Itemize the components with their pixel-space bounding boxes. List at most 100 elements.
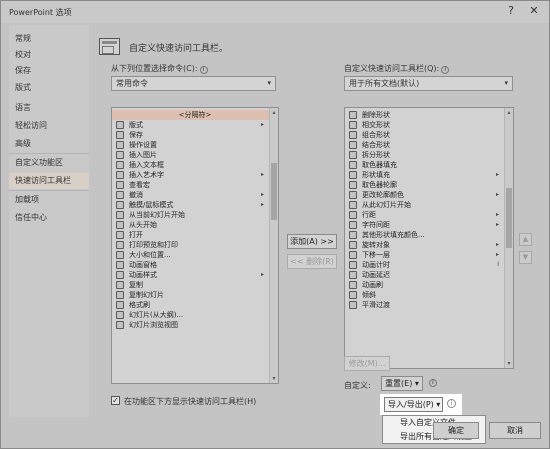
- available-command-item-label: 复制: [129, 281, 143, 289]
- customize-toolbar-select[interactable]: 用于所有文档(默认) ▾: [344, 76, 513, 91]
- available-command-item[interactable]: 打印预览和打印: [112, 240, 278, 250]
- scroll-down-icon[interactable]: ▾: [505, 359, 513, 368]
- command-icon: [116, 121, 124, 129]
- available-command-item[interactable]: 复制幻灯片: [112, 290, 278, 300]
- add-button[interactable]: 添加(A) >>: [287, 234, 337, 249]
- toolbar-command-item[interactable]: 形状填充 ▸: [345, 170, 513, 180]
- nav-item-proofing[interactable]: 校对: [9, 47, 89, 63]
- available-commands-list[interactable]: <分隔符> 版式 ▸ 保存 操作设置 插入图片 插入文本框 插入艺术字 ▸ 查看宏 撤消 ▸ 触摸/鼠标…: [111, 107, 279, 384]
- toolbar-command-item[interactable]: 倾斜: [345, 290, 513, 300]
- command-icon: [349, 291, 357, 299]
- available-command-item[interactable]: 幻灯片浏览视图: [112, 320, 278, 330]
- toolbar-command-item-label: 更改轮廓颜色: [362, 191, 404, 199]
- available-command-item[interactable]: 动画样式 ▸: [112, 270, 278, 280]
- available-command-item[interactable]: 保存: [112, 130, 278, 140]
- available-command-item-label: 幻灯片(从大纲)...: [129, 311, 184, 319]
- available-command-item-label: 从当前幻灯片开始: [129, 211, 185, 219]
- available-command-item[interactable]: 插入图片: [112, 150, 278, 160]
- scroll-thumb[interactable]: [506, 188, 512, 248]
- submenu-arrow-icon: ▸: [260, 121, 264, 128]
- remove-button[interactable]: << 删除(R): [287, 254, 337, 269]
- toolbar-command-item[interactable]: 动画计时 I: [345, 260, 513, 270]
- toolbar-command-item[interactable]: 更改轮廓颜色 ▸: [345, 190, 513, 200]
- nav-item-quick-access-toolbar[interactable]: 快速访问工具栏: [9, 173, 89, 189]
- nav-item-addins[interactable]: 加载项: [9, 192, 89, 208]
- available-command-item[interactable]: 触摸/鼠标模式 ▸: [112, 200, 278, 210]
- command-icon: [116, 161, 124, 169]
- command-icon: [349, 271, 357, 279]
- toolbar-command-item-label: 字符间距: [362, 221, 390, 229]
- nav-item-language[interactable]: 语言: [9, 100, 89, 116]
- toolbar-command-item[interactable]: 结合形状: [345, 140, 513, 150]
- nav-item-advanced[interactable]: 高级: [9, 136, 89, 152]
- available-command-item[interactable]: 操作设置: [112, 140, 278, 150]
- available-command-item[interactable]: 幻灯片(从大纲)...: [112, 310, 278, 320]
- available-command-item[interactable]: 从当前幻灯片开始: [112, 210, 278, 220]
- nav-divider: [9, 190, 89, 191]
- reset-button[interactable]: 重置(E) ▾: [381, 376, 423, 391]
- toolbar-command-item-label: 结合形状: [362, 141, 390, 149]
- toolbar-command-item[interactable]: 字符间距 ▸: [345, 220, 513, 230]
- toolbar-command-item[interactable]: 删除形状: [345, 110, 513, 120]
- scroll-thumb[interactable]: [271, 163, 277, 220]
- nav-item-accessibility[interactable]: 轻松访问: [9, 118, 89, 134]
- toolbar-command-item[interactable]: 平滑过渡: [345, 300, 513, 310]
- available-command-item[interactable]: 撤消 ▸: [112, 190, 278, 200]
- toolbar-command-item-label: 动画刷: [362, 281, 383, 289]
- toolbar-commands-list[interactable]: 删除形状 相交形状 组合形状 结合形状 拆分形状 取色器填充 形状填充 ▸ 取色器轮廓 更改轮廓颜…: [344, 107, 514, 369]
- available-command-item[interactable]: 插入文本框: [112, 160, 278, 170]
- nav-item-general[interactable]: 常规: [9, 31, 89, 47]
- toolbar-commands-scrollbar[interactable]: ▴ ▾: [504, 108, 513, 368]
- nav-item-customize-ribbon[interactable]: 自定义功能区: [9, 155, 89, 171]
- command-icon: [116, 251, 124, 259]
- toolbar-command-item[interactable]: 组合形状: [345, 130, 513, 140]
- available-command-item[interactable]: 从头开始: [112, 220, 278, 230]
- move-down-button[interactable]: ▼: [519, 251, 532, 264]
- ok-button[interactable]: 确定: [433, 422, 479, 439]
- toolbar-command-item[interactable]: 相交形状: [345, 120, 513, 130]
- scroll-up-icon[interactable]: ▴: [270, 108, 278, 117]
- available-command-item[interactable]: 复制: [112, 280, 278, 290]
- toolbar-command-item-label: 从此幻灯片开始: [362, 201, 411, 209]
- command-icon: [116, 241, 124, 249]
- toolbar-command-item[interactable]: 旋转对象 ▸: [345, 240, 513, 250]
- toolbar-command-item[interactable]: 拆分形状: [345, 150, 513, 160]
- available-command-item[interactable]: 动画窗格: [112, 260, 278, 270]
- available-command-item[interactable]: 查看宏: [112, 180, 278, 190]
- toolbar-command-item[interactable]: 取色器填充: [345, 160, 513, 170]
- toolbar-command-item[interactable]: 从此幻灯片开始: [345, 200, 513, 210]
- available-command-item[interactable]: 格式刷: [112, 300, 278, 310]
- available-command-item-label: 插入文本框: [129, 161, 164, 169]
- main-panel: 自定义快速访问工具栏。 从下列位置选择命令(C): i 常用命令 ▾ 自定义快速访问…: [93, 25, 541, 417]
- nav-item-layout[interactable]: 版式: [9, 80, 89, 96]
- nav-item-save[interactable]: 保存: [9, 63, 89, 79]
- available-command-item[interactable]: 打开: [112, 230, 278, 240]
- choose-commands-label-text: 从下列位置选择命令(C):: [111, 64, 198, 73]
- available-command-item[interactable]: 版式 ▸: [112, 120, 278, 130]
- scroll-up-icon[interactable]: ▴: [505, 108, 513, 117]
- command-icon: [349, 241, 357, 249]
- available-commands-scrollbar[interactable]: ▴ ▾: [269, 108, 278, 383]
- toolbar-command-item-label: 取色器填充: [362, 161, 397, 169]
- command-icon: [116, 211, 124, 219]
- scroll-down-icon[interactable]: ▾: [270, 374, 278, 383]
- modify-button[interactable]: 修改(M)...: [344, 356, 390, 371]
- toolbar-command-item[interactable]: 动画延迟: [345, 270, 513, 280]
- choose-commands-select[interactable]: 常用命令 ▾: [111, 76, 276, 91]
- cancel-button[interactable]: 取消: [489, 422, 541, 439]
- help-icon[interactable]: ?: [502, 2, 520, 20]
- nav-item-trust-center[interactable]: 信任中心: [9, 210, 89, 226]
- move-up-button[interactable]: ▲: [519, 233, 532, 246]
- toolbar-command-item[interactable]: 行距 ▸: [345, 210, 513, 220]
- available-command-item[interactable]: 大小和位置...: [112, 250, 278, 260]
- toolbar-command-item[interactable]: 动画刷: [345, 280, 513, 290]
- show-below-ribbon-checkbox[interactable]: ✓: [111, 396, 120, 405]
- available-command-item[interactable]: 插入艺术字 ▸: [112, 170, 278, 180]
- command-icon: [349, 261, 357, 269]
- toolbar-command-item[interactable]: 其他形状填充颜色...: [345, 230, 513, 240]
- available-command-item[interactable]: <分隔符>: [112, 110, 278, 120]
- import-export-button[interactable]: 导入/导出(P) ▾: [384, 397, 443, 412]
- close-icon[interactable]: ✕: [525, 2, 543, 20]
- toolbar-command-item[interactable]: 下移一层 ▸: [345, 250, 513, 260]
- toolbar-command-item[interactable]: 取色器轮廓: [345, 180, 513, 190]
